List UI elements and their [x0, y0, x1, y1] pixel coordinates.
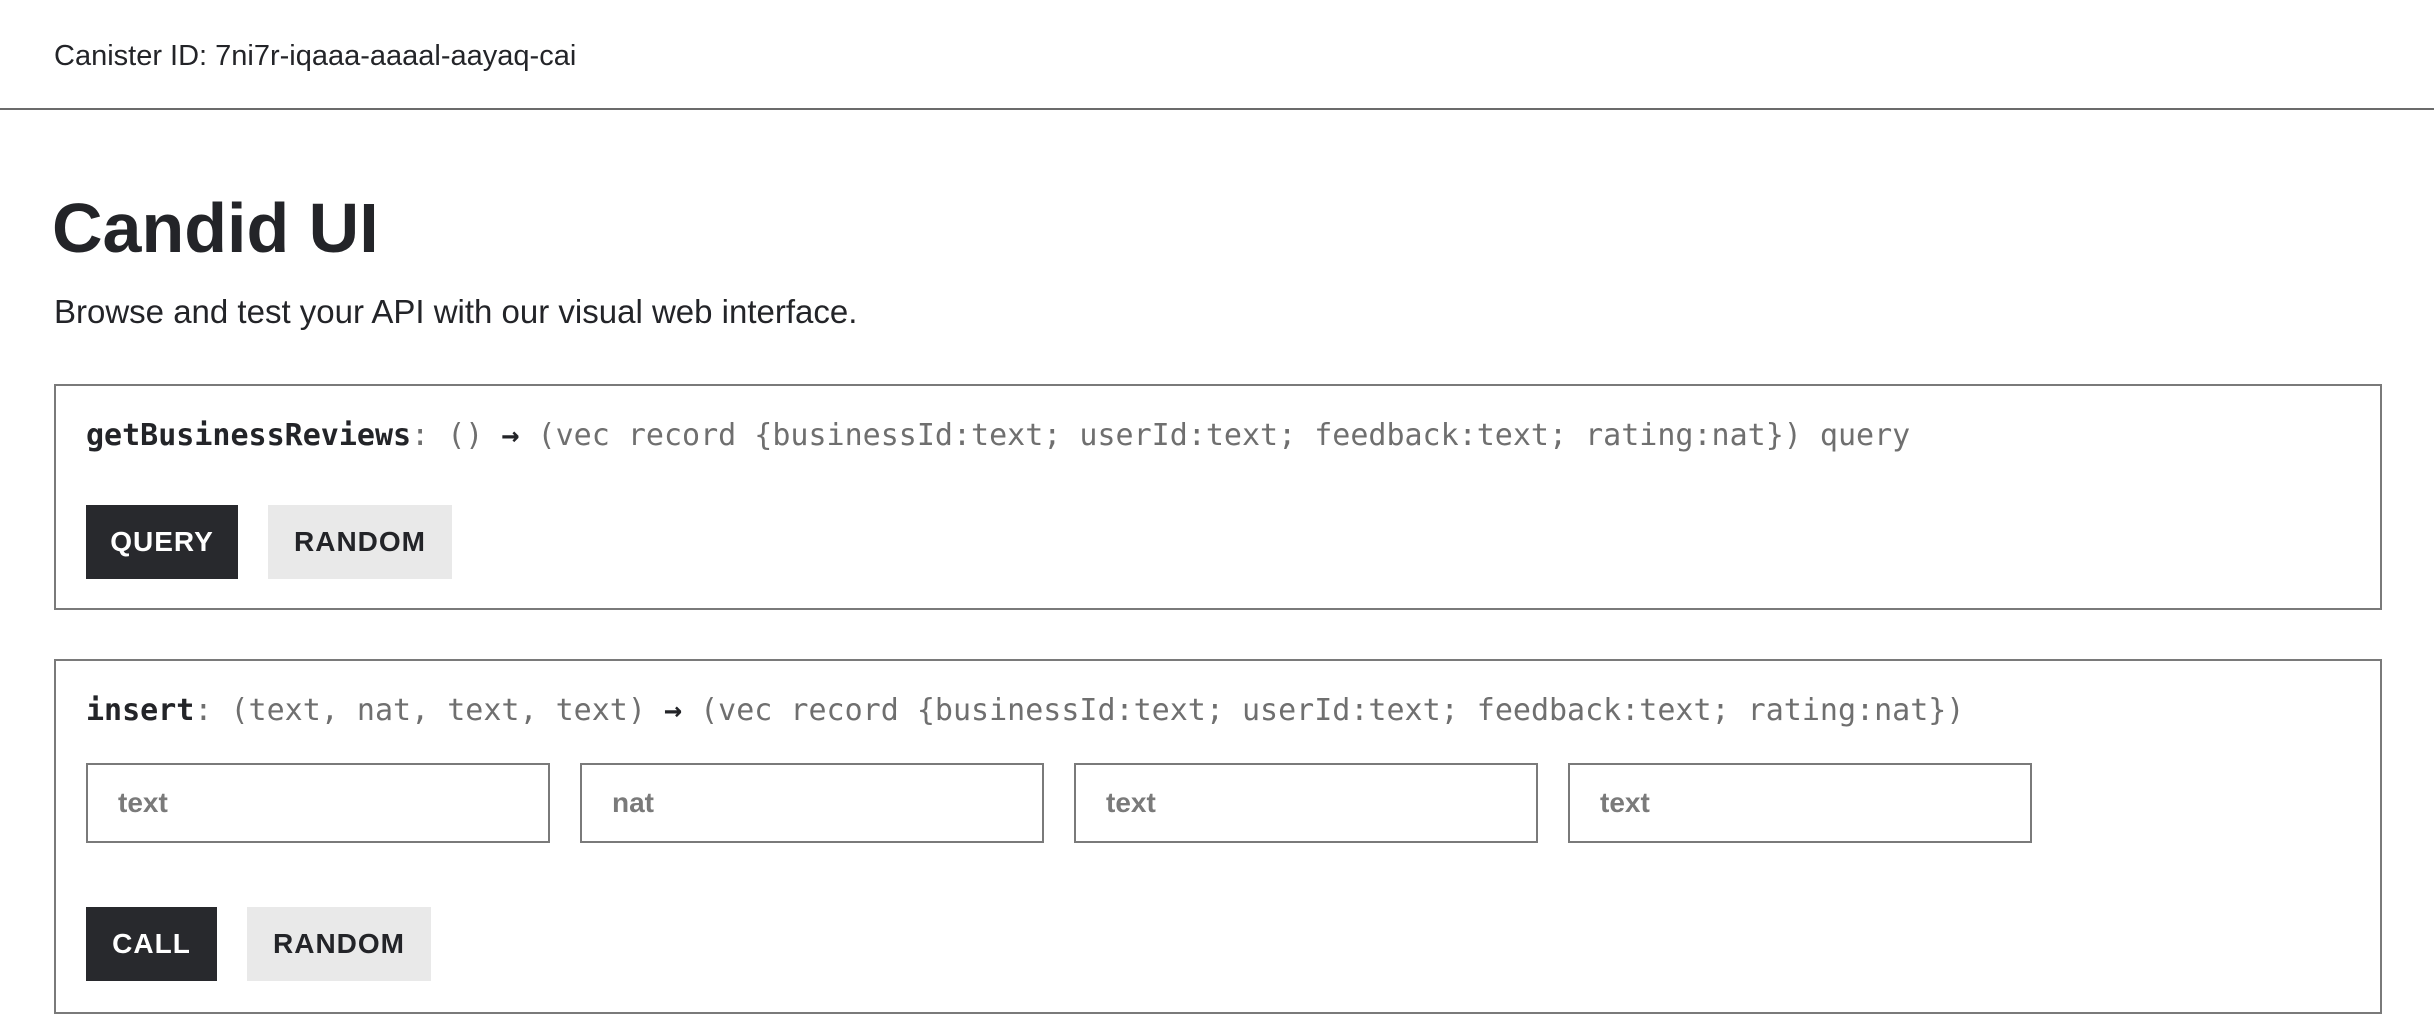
method-signature: insert: (text, nat, text, text) → (vec r…: [86, 691, 1964, 731]
method-signature: getBusinessReviews: () → (vec record {bu…: [86, 416, 1910, 456]
arg-input-1-text[interactable]: [86, 763, 550, 843]
query-button[interactable]: QUERY: [86, 505, 238, 579]
arrow-icon: →: [663, 693, 683, 728]
arg-input-2-nat[interactable]: [580, 763, 1044, 843]
method-card-insert: insert: (text, nat, text, text) → (vec r…: [54, 659, 2382, 1014]
method-name: getBusinessReviews: [86, 418, 412, 453]
call-button[interactable]: CALL: [86, 907, 217, 981]
arg-input-4-text[interactable]: [1568, 763, 2032, 843]
method-params: : (text, nat, text, text): [194, 693, 664, 728]
method-card-getbusinessreviews: getBusinessReviews: () → (vec record {bu…: [54, 384, 2382, 610]
random-button[interactable]: RANDOM: [268, 505, 452, 579]
arrow-icon: →: [501, 418, 520, 453]
canister-id-label: Canister ID: 7ni7r-iqaaa-aaaal-aayaq-cai: [54, 40, 577, 72]
method-params: : (): [411, 418, 502, 453]
top-bar: Canister ID: 7ni7r-iqaaa-aaaal-aayaq-cai: [0, 0, 2434, 110]
arg-input-3-text[interactable]: [1074, 763, 1538, 843]
method-returns: (vec record {businessId:text; userId:tex…: [519, 418, 1911, 453]
method-name: insert: [86, 693, 195, 728]
page-title: Candid UI: [52, 189, 379, 267]
page-subtitle: Browse and test your API with our visual…: [54, 293, 858, 330]
method-returns: (vec record {businessId:text; userId:tex…: [682, 693, 1965, 728]
random-button[interactable]: RANDOM: [247, 907, 431, 981]
